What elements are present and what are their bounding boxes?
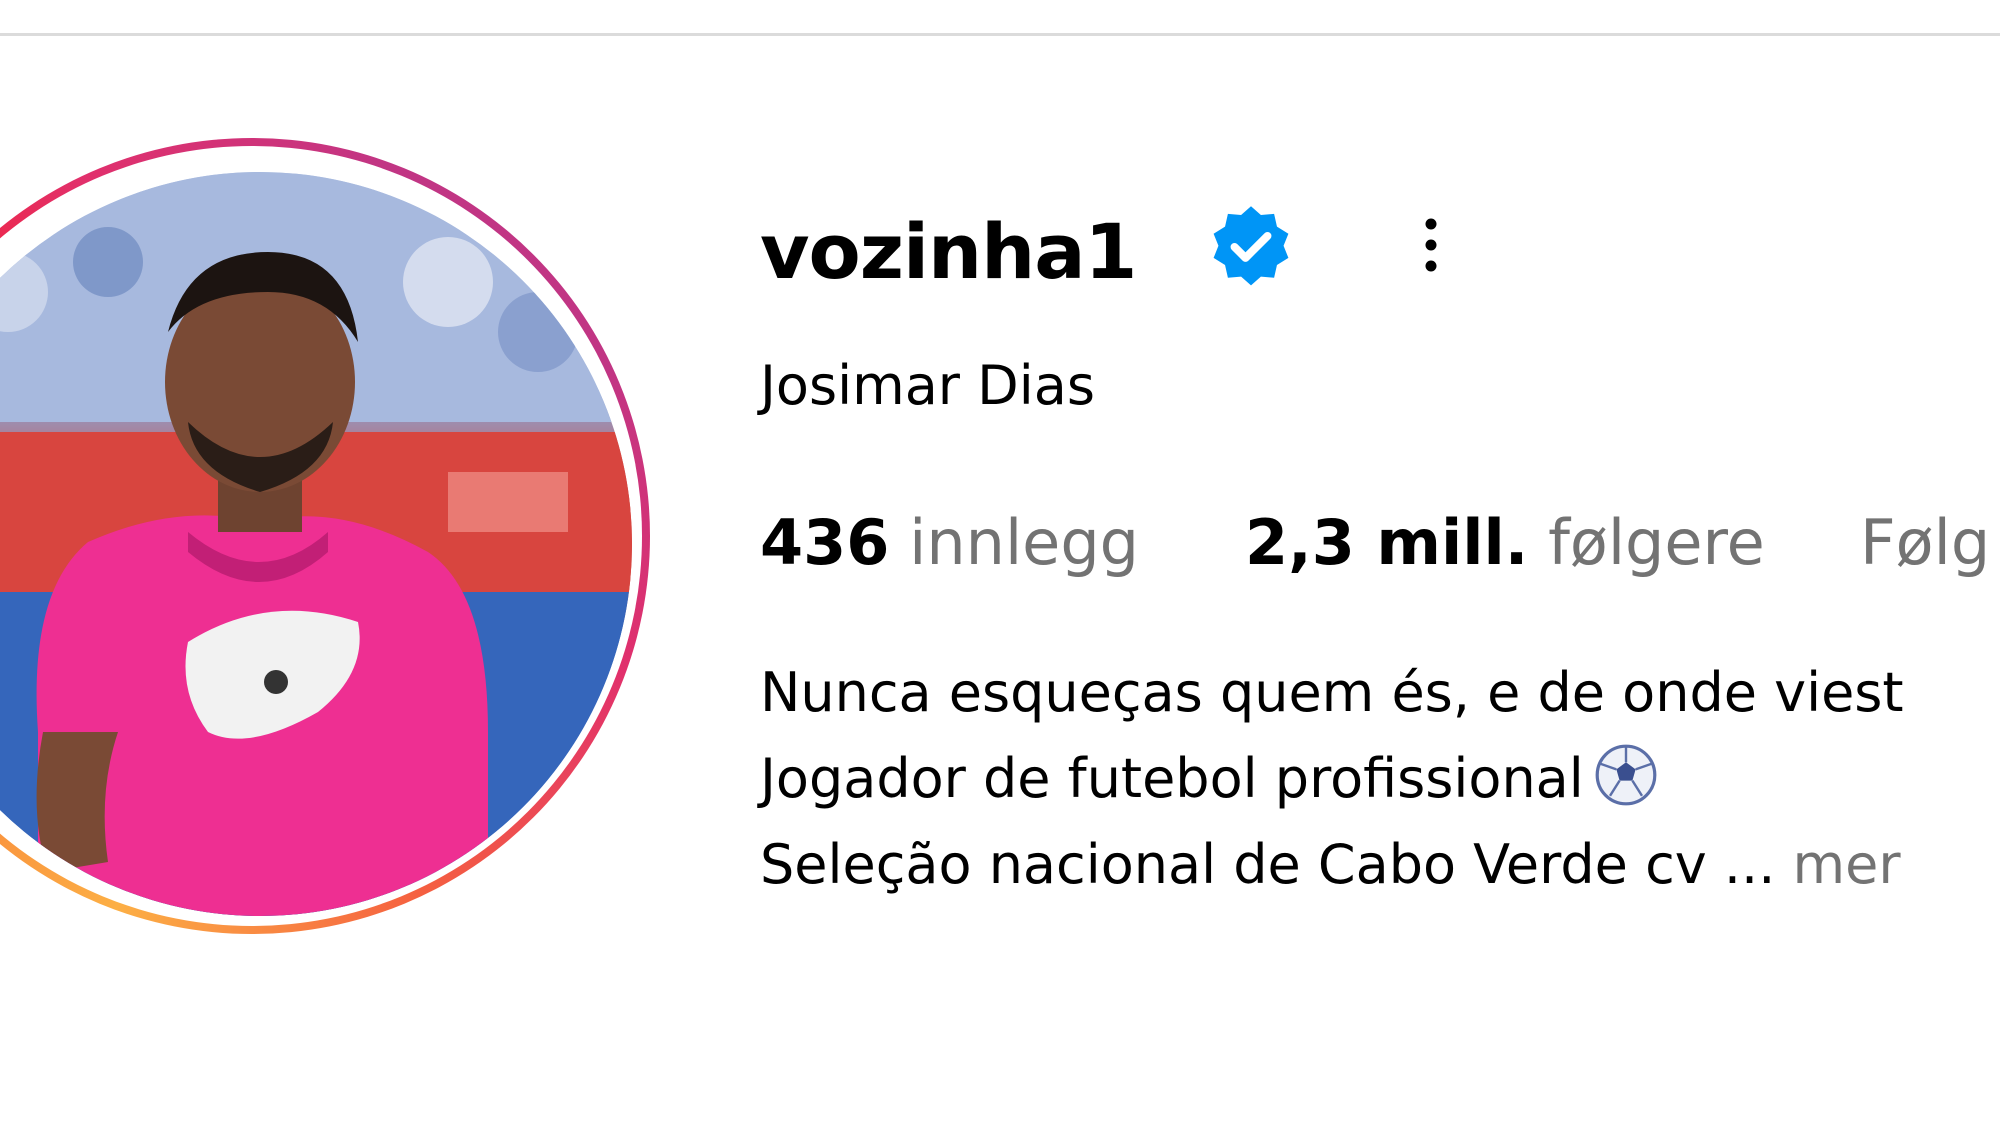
soccer-ball-emoji <box>1595 744 1657 806</box>
avatar <box>0 172 632 916</box>
bio-line-1: Nunca esqueças quem és, e de onde viest <box>760 661 1904 724</box>
profile-page: vozinha1 Josimar Dias 436 innlegg 2,3 mi… <box>0 0 2000 1126</box>
posts-count-label: innlegg <box>909 506 1140 579</box>
bio-line-3: Seleção nacional de Cabo Verde cv ... me… <box>760 822 1904 908</box>
bio-line-3-text: Seleção nacional de Cabo Verde cv ... <box>760 833 1776 896</box>
profile-avatar-story-ring[interactable] <box>0 138 650 934</box>
followers-count[interactable]: 2,3 mill. følgere <box>1245 498 1765 588</box>
bio-line-2: Jogador de futebol profissional <box>760 736 1904 822</box>
profile-username: vozinha1 <box>760 207 1137 296</box>
profile-bio: Nunca esqueças quem és, e de onde viest … <box>760 650 1904 908</box>
top-divider <box>0 33 2000 36</box>
followers-count-value: 2,3 mill. <box>1245 506 1529 579</box>
posts-count-value: 436 <box>760 506 890 579</box>
following-count-label: Følg <box>1860 506 1991 579</box>
posts-count[interactable]: 436 innlegg <box>760 498 1139 588</box>
profile-full-name: Josimar Dias <box>760 354 1095 417</box>
avatar-photo <box>0 172 632 916</box>
following-count[interactable]: Følg <box>1860 498 1990 588</box>
more-options-icon[interactable] <box>1406 212 1456 278</box>
verified-badge-icon <box>1213 206 1289 286</box>
bio-more-link[interactable]: mer <box>1793 833 1901 896</box>
bio-line-2-text: Jogador de futebol profissional <box>760 747 1584 810</box>
followers-count-label: følgere <box>1548 506 1765 579</box>
